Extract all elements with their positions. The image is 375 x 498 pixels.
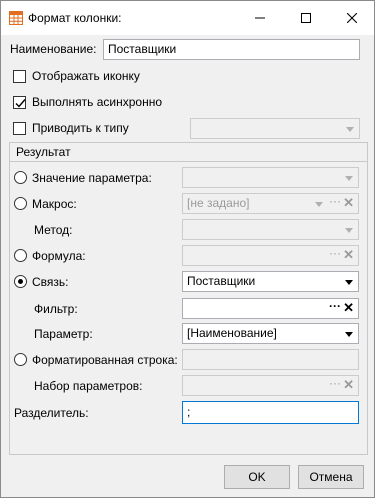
result-group-header: Результат xyxy=(10,143,367,162)
window-title: Формат колонки: xyxy=(28,11,122,25)
filter-input[interactable]: ··· ✕ xyxy=(182,298,359,319)
cast-type-checkbox[interactable] xyxy=(13,122,26,135)
chevron-down-icon xyxy=(345,228,353,233)
async-label: Выполнять асинхронно xyxy=(32,95,163,109)
name-label: Наименование: xyxy=(10,42,97,56)
method-select[interactable] xyxy=(182,219,359,240)
param-value-label: Значение параметра: xyxy=(32,171,152,185)
maximize-button[interactable] xyxy=(283,1,329,35)
formatted-string-input[interactable] xyxy=(182,349,359,370)
parameter-label: Параметр: xyxy=(34,327,93,341)
chevron-down-icon xyxy=(315,202,323,207)
link-select[interactable]: Поставщики xyxy=(182,271,359,292)
filter-label: Фильтр: xyxy=(34,302,78,316)
param-set-label: Набор параметров: xyxy=(34,379,143,393)
chevron-down-icon xyxy=(345,332,353,337)
minimize-button[interactable] xyxy=(237,1,283,35)
async-checkbox[interactable] xyxy=(13,96,26,109)
name-input[interactable]: Поставщики xyxy=(103,39,360,60)
chevron-down-icon xyxy=(346,127,354,132)
parameter-value: [Наименование] xyxy=(187,326,277,340)
separator-label: Разделитель: xyxy=(14,406,89,420)
separator-value: ; xyxy=(187,405,191,419)
macro-value: [не задано] xyxy=(187,196,250,210)
formatted-string-label: Форматированная строка: xyxy=(32,353,178,367)
formatted-string-radio[interactable] xyxy=(14,353,27,366)
macro-select[interactable]: [не задано] ··· ✕ xyxy=(182,193,359,214)
link-radio[interactable] xyxy=(14,275,27,288)
clear-icon[interactable]: ✕ xyxy=(343,377,354,393)
clear-icon[interactable]: ✕ xyxy=(343,195,354,211)
result-group-title: Результат xyxy=(16,145,71,159)
method-label: Метод: xyxy=(34,223,73,237)
ellipsis-icon[interactable]: ··· xyxy=(329,246,341,260)
show-icon-label: Отображать иконку xyxy=(32,69,140,83)
show-icon-checkbox[interactable] xyxy=(13,70,26,83)
name-input-value: Поставщики xyxy=(108,42,177,56)
clear-icon[interactable]: ✕ xyxy=(343,300,354,316)
separator-input[interactable]: ; xyxy=(182,401,359,424)
ellipsis-icon[interactable]: ··· xyxy=(329,376,341,390)
close-button[interactable] xyxy=(329,1,375,35)
chevron-down-icon xyxy=(345,176,353,181)
param-set-input[interactable]: ··· ✕ xyxy=(182,375,359,396)
minimize-icon xyxy=(255,17,265,19)
cast-type-label: Приводить к типу xyxy=(32,121,129,135)
cancel-button[interactable]: Отмена xyxy=(298,465,364,489)
close-icon xyxy=(347,13,357,23)
clear-icon[interactable]: ✕ xyxy=(343,247,354,263)
chevron-down-icon xyxy=(345,280,353,285)
link-label: Связь: xyxy=(32,275,69,289)
ellipsis-icon[interactable]: ··· xyxy=(329,299,341,313)
param-value-radio[interactable] xyxy=(14,171,27,184)
parameter-select[interactable]: [Наименование] xyxy=(182,323,359,344)
formula-input[interactable]: ··· ✕ xyxy=(182,245,359,266)
cast-type-select[interactable] xyxy=(190,118,360,139)
ellipsis-icon[interactable]: ··· xyxy=(329,194,341,208)
maximize-icon xyxy=(301,13,311,23)
macro-radio[interactable] xyxy=(14,197,27,210)
table-grid-icon xyxy=(9,11,23,25)
formula-label: Формула: xyxy=(32,249,86,263)
link-value: Поставщики xyxy=(187,274,256,288)
title-bar[interactable]: Формат колонки: xyxy=(1,1,374,35)
macro-label: Макрос: xyxy=(32,197,77,211)
formula-radio[interactable] xyxy=(14,249,27,262)
dialog-window: Формат колонки: Наименование: Поставщики… xyxy=(0,0,375,498)
ok-button[interactable]: OK xyxy=(224,465,290,489)
param-value-select[interactable] xyxy=(182,167,359,188)
checkmark-icon xyxy=(15,99,26,108)
